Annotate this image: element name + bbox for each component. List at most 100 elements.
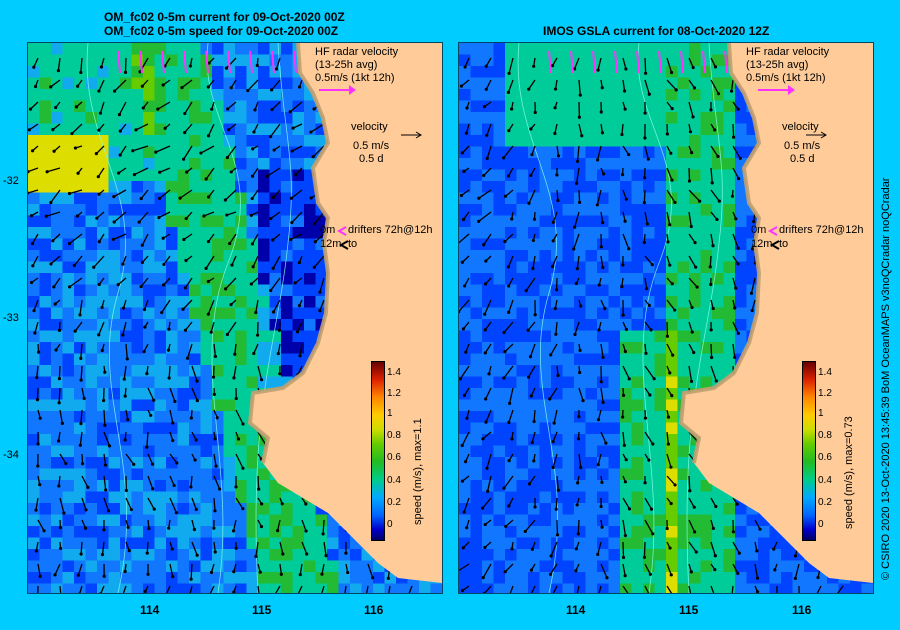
current-arrow	[404, 167, 413, 178]
current-arrow-head	[623, 107, 627, 111]
current-arrow-head	[338, 285, 342, 289]
current-arrow-head	[344, 460, 348, 464]
current-arrow-head	[797, 326, 801, 330]
current-arrow-head	[57, 377, 62, 381]
current-arrow-head	[347, 413, 351, 417]
current-arrow-head	[251, 147, 255, 151]
current-arrow-head	[503, 194, 508, 198]
current-arrow-head	[669, 501, 673, 506]
current-arrow-head	[838, 376, 842, 380]
current-arrow	[776, 189, 781, 200]
current-arrow-head	[258, 570, 262, 574]
current-arrow-head	[195, 398, 199, 403]
current-arrow-head	[404, 90, 408, 94]
current-arrow-head	[122, 377, 126, 381]
current-arrow-head	[812, 113, 816, 117]
current-arrow-head	[533, 313, 537, 317]
current-arrow-head	[576, 437, 581, 441]
current-arrow-head	[167, 327, 171, 331]
right-cbar-tick: 0.6	[818, 452, 832, 463]
current-arrow-head	[281, 421, 285, 426]
drifters-legend-text1: drifters 72h@12h	[779, 224, 864, 236]
current-arrow-head	[82, 396, 86, 400]
current-arrow-head	[708, 265, 712, 269]
current-arrow-head	[214, 464, 218, 468]
current-arrow-head	[111, 237, 115, 242]
current-arrow-head	[34, 508, 38, 512]
current-arrow-head	[485, 156, 489, 161]
current-arrow	[795, 343, 800, 354]
current-arrow	[80, 541, 83, 555]
current-arrow-head	[840, 400, 844, 404]
current-arrow-head	[141, 106, 145, 110]
y-tick-label: -33	[3, 312, 19, 324]
current-arrow-head	[666, 415, 671, 419]
current-arrow-head	[737, 176, 741, 181]
current-arrow	[732, 453, 736, 463]
current-arrow	[58, 365, 61, 379]
current-arrow	[795, 431, 800, 444]
current-arrow-head	[692, 86, 697, 90]
current-arrow-head	[772, 547, 776, 551]
current-arrow	[795, 497, 800, 512]
current-arrow-head	[710, 418, 714, 422]
current-arrow	[710, 409, 714, 421]
current-arrow	[380, 277, 391, 288]
current-arrow-head	[184, 216, 188, 221]
current-arrow-head	[769, 312, 773, 316]
current-arrow-head	[399, 238, 403, 242]
current-arrow-head	[688, 489, 692, 493]
current-arrow-head	[38, 483, 42, 487]
current-arrow-head	[157, 216, 161, 220]
current-arrow-head	[175, 461, 179, 465]
current-arrow-head	[460, 443, 464, 448]
current-arrow-head	[530, 440, 534, 445]
current-arrow	[405, 79, 413, 93]
current-arrow-head	[596, 68, 600, 72]
current-arrow-head	[145, 551, 149, 555]
current-arrow-head	[554, 332, 558, 336]
current-arrow-head	[819, 88, 823, 92]
current-arrow-head	[504, 524, 508, 529]
current-arrow	[356, 167, 369, 175]
current-arrow	[338, 189, 347, 194]
current-arrow-head	[30, 149, 35, 153]
current-arrow-head	[794, 374, 799, 378]
current-arrow-head	[395, 464, 400, 468]
current-arrow	[408, 343, 413, 351]
current-arrow-head	[692, 530, 697, 534]
current-arrow-head	[225, 213, 229, 217]
current-arrow-head	[31, 264, 35, 268]
current-arrow-head	[596, 418, 601, 422]
right-map-panel: HF radar velocity (13-25h avg) 0.5m/s (1…	[458, 42, 874, 594]
current-arrow-head	[36, 442, 40, 446]
current-arrow-head	[97, 89, 101, 93]
right-cbar-tick: 0.2	[818, 497, 832, 508]
current-arrow-head	[154, 150, 158, 154]
hf-radar-legend-line2: (13-25h avg)	[746, 59, 809, 71]
velocity-scale-arrow	[401, 131, 422, 139]
current-arrow-head	[532, 419, 536, 424]
current-arrow	[833, 563, 844, 575]
current-arrow-head	[577, 415, 581, 419]
current-arrow-head	[129, 507, 133, 512]
current-arrow-head	[49, 200, 53, 205]
current-arrow-head	[123, 569, 127, 574]
current-arrow-head	[814, 244, 818, 248]
current-arrow-head	[97, 240, 101, 244]
current-arrow-head	[97, 333, 101, 337]
current-arrow-head	[290, 149, 294, 153]
current-arrow-head	[289, 237, 293, 242]
current-arrow	[339, 277, 347, 288]
current-arrow-head	[139, 196, 143, 201]
current-arrow-head	[146, 572, 150, 576]
current-arrow-head	[793, 114, 798, 119]
current-arrow-head	[256, 333, 260, 337]
current-arrow-head	[483, 351, 487, 355]
current-arrow-head	[815, 174, 819, 178]
drifters-legend-text1: drifters 72h@12h	[348, 224, 433, 236]
current-arrow	[771, 255, 778, 271]
current-arrow	[58, 387, 61, 403]
current-arrow-head	[692, 350, 696, 355]
current-arrow	[754, 475, 760, 489]
